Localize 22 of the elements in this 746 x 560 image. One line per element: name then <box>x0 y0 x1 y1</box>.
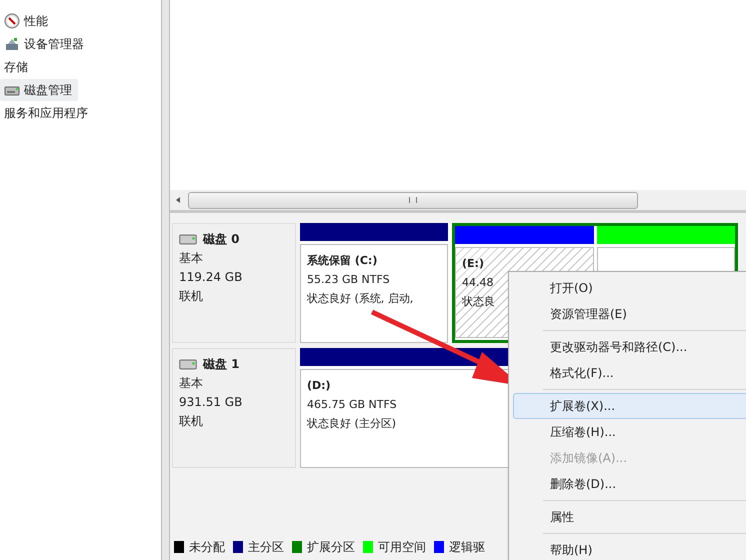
disk-size: 931.51 GB <box>179 394 244 411</box>
disk-status: 联机 <box>179 288 204 305</box>
partition-size: 465.75 GB NTFS <box>307 397 397 413</box>
partition-status: 状态良好 (系统, 启动, <box>307 291 414 307</box>
partition-title: 系统保留 (C:) <box>307 253 378 269</box>
legend-label: 可用空间 <box>378 538 426 556</box>
disk-status: 联机 <box>179 413 204 430</box>
disk-type: 基本 <box>179 250 204 267</box>
disk-name: 磁盘 1 <box>203 356 240 373</box>
disk-name: 磁盘 0 <box>203 231 240 248</box>
partition-title: (D:) <box>307 378 331 394</box>
partition-title: (E:) <box>462 256 484 272</box>
partition-size: 44.48 <box>462 275 494 291</box>
disk-size: 119.24 GB <box>179 269 244 286</box>
legend-label: 主分区 <box>248 538 284 556</box>
legend-label: 扩展分区 <box>307 538 355 556</box>
partition-size: 55.23 GB NTFS <box>307 272 390 288</box>
legend-label: 未分配 <box>189 538 225 556</box>
partition-status: 状态良 <box>462 294 495 310</box>
legend-label: 逻辑驱 <box>449 538 485 556</box>
partition-status: 状态良好 (主分区) <box>307 416 396 432</box>
disk-type: 基本 <box>179 375 204 392</box>
